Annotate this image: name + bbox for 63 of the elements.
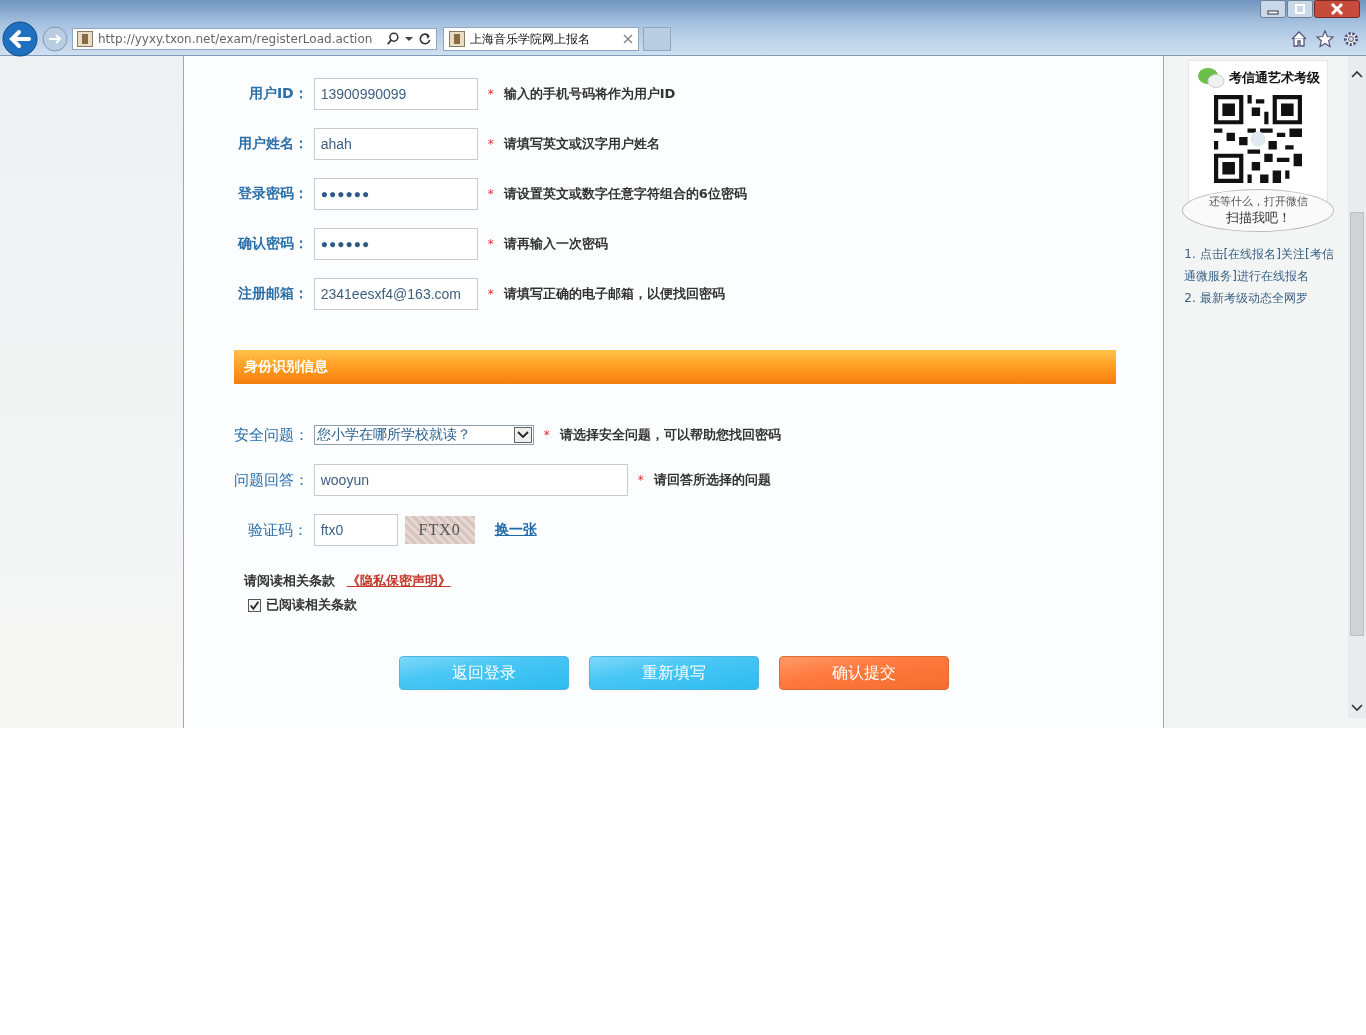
sidebar-note: 1. 点击[在线报名]关注[考信通微服务]进行在线报名 (1184, 246, 1335, 285)
caret-icon[interactable] (405, 36, 413, 42)
url-text: http://yyxy.txon.net/exam/registerLoad.action (98, 32, 374, 46)
field-hint: 请填写正确的电子邮箱，以便找回密码 (503, 285, 725, 303)
privacy-link[interactable]: 《隐私保密声明》 (346, 572, 451, 590)
refresh-captcha-link[interactable]: 换一张 (494, 521, 537, 539)
required-mark: * (487, 287, 494, 301)
favicon-icon (449, 31, 465, 47)
section-header: 身份识别信息 (233, 350, 1116, 384)
chevron-down-icon (513, 427, 532, 443)
field-label: 用户ID： (247, 85, 308, 103)
home-icon[interactable] (1290, 30, 1308, 48)
field-hint: 请回答所选择的问题 (653, 471, 771, 489)
chevron-down-icon[interactable] (1351, 704, 1363, 712)
browser-tab[interactable]: 上海音乐学院网上报名 (443, 27, 639, 51)
field-label: 确认密码： (236, 235, 308, 253)
captcha-image: FTX0 (404, 516, 475, 544)
required-mark: * (487, 237, 494, 251)
input-field[interactable]: 13900990099 (313, 78, 478, 110)
question-dropdown[interactable]: 您小学在哪所学校就读？ (313, 425, 534, 445)
field-label: 登录密码： (236, 185, 308, 203)
bubble-text: 扫描我吧！ (1225, 209, 1291, 227)
required-mark: * (543, 428, 550, 442)
card-title: 考信通艺术考级 (1228, 69, 1320, 87)
favicon-icon (77, 31, 93, 47)
sidebar-note: 2. 最新考级动态全网罗 (1184, 290, 1309, 307)
checkbox[interactable] (247, 598, 261, 612)
field-hint: 请设置英文或数字任意字符组合的6位密码 (503, 185, 747, 203)
address-bar[interactable]: http://yyxy.txon.net/exam/registerLoad.action (72, 28, 437, 50)
terms-text: 请阅读相关条款 (243, 572, 335, 590)
field-label: 用户姓名： (236, 135, 308, 153)
required-mark: * (637, 473, 644, 487)
field-hint: 请填写英文或汉字用户姓名 (503, 135, 660, 153)
field-hint: 输入的手机号码将作为用户ID (503, 85, 676, 103)
input-field[interactable]: ftx0 (313, 514, 398, 546)
field-label: 验证码： (246, 520, 308, 540)
scrollbar[interactable] (1348, 56, 1366, 718)
input-field[interactable]: ●●●●●● (313, 178, 478, 210)
settings-icon[interactable] (1342, 30, 1360, 48)
input-field[interactable]: 2341eesxf4@163.com (313, 278, 478, 310)
field-hint: 请选择安全问题，可以帮助您找回密码 (559, 426, 781, 444)
input-field[interactable]: ●●●●●● (313, 228, 478, 260)
field-label: 安全问题： (233, 425, 308, 445)
restore-icon[interactable] (1287, 0, 1313, 18)
required-mark: * (487, 187, 494, 201)
checkbox-label: 已阅读相关条款 (265, 596, 357, 614)
field-hint: 请再输入一次密码 (503, 235, 608, 253)
back-icon[interactable] (2, 21, 38, 57)
search-icon[interactable] (386, 32, 400, 46)
required-mark: * (487, 137, 494, 151)
chevron-up-icon[interactable] (1351, 70, 1363, 78)
input-field[interactable]: ahah (313, 128, 478, 160)
input-field[interactable]: wooyun (313, 464, 628, 496)
field-label: 问题回答： (233, 470, 308, 490)
refresh-icon[interactable] (418, 32, 432, 46)
minimize-icon[interactable] (1260, 0, 1286, 18)
bubble-text: 还等什么，打开微信 (1208, 194, 1308, 209)
forward-icon[interactable] (42, 26, 68, 52)
star-icon[interactable] (1316, 30, 1334, 48)
required-mark: * (487, 87, 494, 101)
close-icon[interactable] (1314, 0, 1360, 18)
field-label: 注册邮箱： (236, 285, 308, 303)
chat-bubbles-icon (1196, 67, 1225, 89)
